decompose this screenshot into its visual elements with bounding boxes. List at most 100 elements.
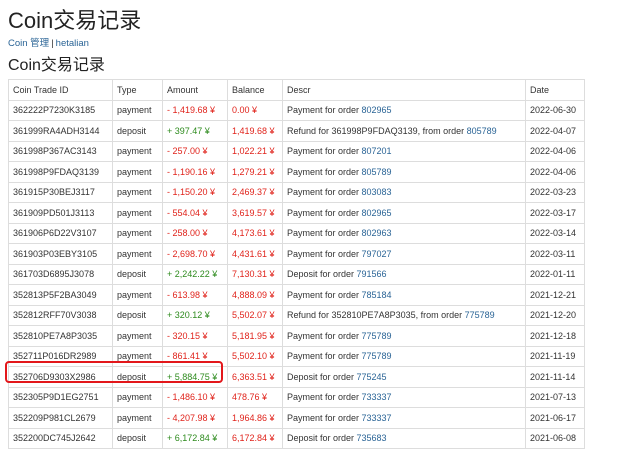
amount-cell: - 554.04 ¥ xyxy=(162,202,228,224)
order-link[interactable]: 735683 xyxy=(357,433,387,443)
descr-cell: Refund for 361998P9FDAQ3139, from order … xyxy=(282,120,526,142)
order-link[interactable]: 805789 xyxy=(467,126,497,136)
breadcrumb-separator: | xyxy=(51,38,54,49)
table-row: 352812RFF70V3038 deposit + 320.12 ¥5,502.0… xyxy=(8,304,585,326)
descr-text: Payment for order xyxy=(287,351,362,362)
descr-cell: Payment for order 775789 xyxy=(282,325,526,347)
type-cell: deposit xyxy=(112,263,163,285)
balance-cell: 4,173.61 ¥ xyxy=(227,222,283,244)
descr-text: Payment for order xyxy=(287,412,362,423)
trade-id-cell: 361906P6D22V3107 xyxy=(8,222,113,244)
trade-id-cell: 352711P016DR2989 xyxy=(8,345,113,367)
breadcrumb-user-link[interactable]: hetalian xyxy=(56,38,89,49)
order-link[interactable]: 802965 xyxy=(362,208,392,218)
balance-cell: 5,502.10 ¥ xyxy=(227,345,283,367)
date-cell: 2022-06-30 xyxy=(525,99,585,121)
trade-id-cell: 361915P30BEJ3117 xyxy=(8,181,113,203)
type-cell: payment xyxy=(112,407,163,429)
balance-cell: 1,279.21 ¥ xyxy=(227,161,283,183)
type-cell: payment xyxy=(112,181,163,203)
balance-cell: 4,888.09 ¥ xyxy=(227,284,283,306)
amount-cell: - 257.00 ¥ xyxy=(162,140,228,162)
trade-id-cell: 352810PE7A8P3035 xyxy=(8,325,113,347)
amount-cell: - 320.15 ¥ xyxy=(162,325,228,347)
order-link[interactable]: 775789 xyxy=(362,331,392,341)
order-link[interactable]: 802963 xyxy=(362,228,392,238)
table-row: 361915P30BEJ3117 payment - 1,150.20 ¥2,469… xyxy=(8,181,585,203)
order-link[interactable]: 807201 xyxy=(362,146,392,156)
trade-id-cell: 361998P9FDAQ3139 xyxy=(8,161,113,183)
transactions-body: 362222P7230K3185 payment - 1,419.68 ¥0.00 … xyxy=(8,99,585,449)
date-cell: 2021-06-08 xyxy=(525,427,585,449)
breadcrumb-coin-admin-link[interactable]: Coin 管理 xyxy=(8,38,49,49)
order-link[interactable]: 797027 xyxy=(362,249,392,259)
balance-cell: 1,964.86 ¥ xyxy=(227,407,283,429)
table-row: 352200DC745J2642 deposit + 6,172.84 ¥6,172… xyxy=(8,427,585,449)
col-header-date: Date xyxy=(525,79,585,101)
order-link[interactable]: 785184 xyxy=(362,290,392,300)
col-header-balance: Balance xyxy=(227,79,283,101)
date-cell: 2021-11-14 xyxy=(525,366,585,388)
table-row: 352706D9303X2986 deposit + 5,884.75 ¥6,363… xyxy=(8,366,585,388)
order-link[interactable]: 733337 xyxy=(362,413,392,423)
table-row: 352209P981CL2679 payment - 4,207.98 ¥1,964… xyxy=(8,407,585,429)
date-cell: 2021-12-21 xyxy=(525,284,585,306)
balance-cell: 5,502.07 ¥ xyxy=(227,304,283,326)
descr-text: Payment for order xyxy=(287,207,362,218)
trade-id-cell: 352706D9303X2986 xyxy=(8,366,113,388)
descr-cell: Payment for order 807201 xyxy=(282,140,526,162)
descr-cell: Payment for order 803083 xyxy=(282,181,526,203)
amount-cell: + 5,884.75 ¥ xyxy=(162,366,228,388)
descr-text: Payment for order xyxy=(287,228,362,239)
date-cell: 2022-03-17 xyxy=(525,202,585,224)
balance-cell: 478.76 ¥ xyxy=(227,386,283,408)
trade-id-cell: 361903P03EBY3105 xyxy=(8,243,113,265)
date-cell: 2022-03-11 xyxy=(525,243,585,265)
descr-text: Payment for order xyxy=(287,248,362,259)
order-link[interactable]: 803083 xyxy=(362,187,392,197)
order-link[interactable]: 791566 xyxy=(357,269,387,279)
descr-cell: Deposit for order 735683 xyxy=(282,427,526,449)
col-header-amount: Amount xyxy=(162,79,228,101)
table-row: 361999RA4ADH3144 deposit + 397.47 ¥1,419.6… xyxy=(8,120,585,142)
balance-cell: 1,022.21 ¥ xyxy=(227,140,283,162)
date-cell: 2021-12-20 xyxy=(525,304,585,326)
order-link[interactable]: 775245 xyxy=(357,372,387,382)
trade-id-cell: 361998P367AC3143 xyxy=(8,140,113,162)
amount-cell: - 1,419.68 ¥ xyxy=(162,99,228,121)
trade-id-cell: 361703D6895J3078 xyxy=(8,263,113,285)
table-row: 361903P03EBY3105 payment - 2,698.70 ¥4,431… xyxy=(8,243,585,265)
order-link[interactable]: 733337 xyxy=(362,392,392,402)
order-link[interactable]: 775789 xyxy=(362,351,392,361)
descr-text: Deposit for order xyxy=(287,433,357,444)
type-cell: deposit xyxy=(112,366,163,388)
date-cell: 2022-04-06 xyxy=(525,161,585,183)
descr-text: Payment for order xyxy=(287,146,362,157)
type-cell: payment xyxy=(112,325,163,347)
descr-text: Payment for order xyxy=(287,105,362,116)
date-cell: 2022-04-06 xyxy=(525,140,585,162)
col-header-trade-id: Coin Trade ID xyxy=(8,79,113,101)
date-cell: 2021-06-17 xyxy=(525,407,585,429)
descr-cell: Payment for order 797027 xyxy=(282,243,526,265)
order-link[interactable]: 775789 xyxy=(465,310,495,320)
col-header-type: Type xyxy=(112,79,163,101)
amount-cell: + 2,242.22 ¥ xyxy=(162,263,228,285)
balance-cell: 6,363.51 ¥ xyxy=(227,366,283,388)
table-row: 361998P9FDAQ3139 payment - 1,190.16 ¥1,279… xyxy=(8,161,585,183)
date-cell: 2022-01-11 xyxy=(525,263,585,285)
amount-cell: - 1,150.20 ¥ xyxy=(162,181,228,203)
balance-cell: 6,172.84 ¥ xyxy=(227,427,283,449)
type-cell: deposit xyxy=(112,304,163,326)
type-cell: payment xyxy=(112,99,163,121)
transactions-table: Coin Trade ID Type Amount Balance Descr … xyxy=(8,79,585,449)
date-cell: 2021-07-13 xyxy=(525,386,585,408)
descr-cell: Payment for order 733337 xyxy=(282,407,526,429)
type-cell: payment xyxy=(112,222,163,244)
descr-text: Payment for order xyxy=(287,166,362,177)
type-cell: payment xyxy=(112,386,163,408)
order-link[interactable]: 802965 xyxy=(362,105,392,115)
order-link[interactable]: 805789 xyxy=(362,167,392,177)
amount-cell: - 861.41 ¥ xyxy=(162,345,228,367)
table-row: 362222P7230K3185 payment - 1,419.68 ¥0.00 … xyxy=(8,99,585,121)
